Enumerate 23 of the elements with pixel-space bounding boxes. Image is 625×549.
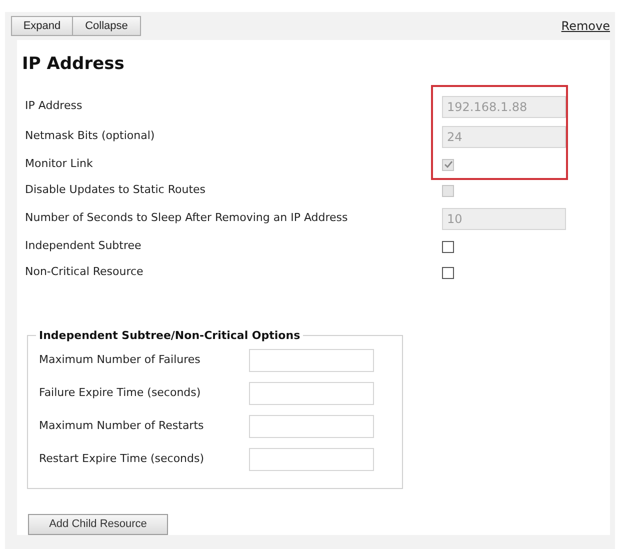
- add-child-button[interactable]: Add Child Resource: [28, 514, 168, 535]
- toolbar-button[interactable]: Collapse: [72, 16, 141, 36]
- text-field[interactable]: [249, 415, 374, 438]
- text-field[interactable]: [249, 382, 374, 405]
- field-label: Non-Critical Resource: [24, 264, 144, 280]
- field-label: Disable Updates to Static Routes: [24, 182, 207, 198]
- checkbox[interactable]: [442, 240, 454, 252]
- field-label: Netmask Bits (optional): [24, 128, 156, 144]
- text-field[interactable]: [249, 448, 374, 471]
- toolbar-button[interactable]: Expand: [11, 16, 73, 36]
- field-label: Number of Seconds to Sleep After Removing an IP Address: [24, 210, 349, 226]
- field-label: IP Address: [24, 98, 84, 114]
- checkbox[interactable]: [442, 266, 454, 278]
- section-title: IP Address: [22, 53, 126, 76]
- field-label: Monitor Link: [24, 156, 94, 172]
- field-label: Maximum Number of Restarts: [39, 418, 205, 434]
- field-label: Independent Subtree: [24, 238, 142, 254]
- field-label: Maximum Number of Failures: [39, 352, 202, 368]
- field-label: Failure Expire Time (seconds): [39, 385, 202, 402]
- field-label: Restart Expire Time (seconds): [39, 451, 206, 468]
- remove-link[interactable]: Remove: [561, 17, 610, 35]
- text-field[interactable]: [249, 349, 374, 372]
- group-legend: Independent Subtree/Non-Critical Options: [36, 328, 304, 344]
